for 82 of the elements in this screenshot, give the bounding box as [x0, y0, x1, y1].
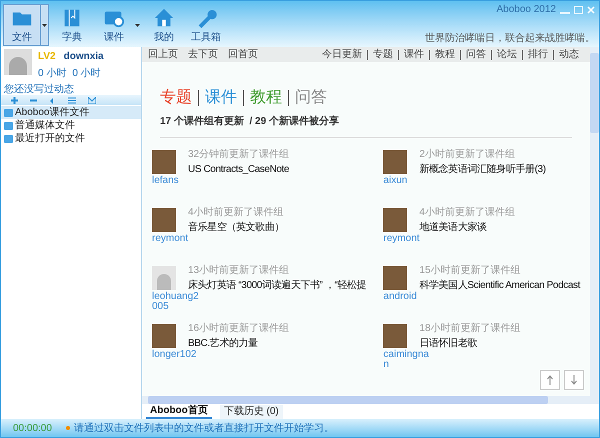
nav-link[interactable]: 排行 [522, 50, 553, 60]
courseware-link[interactable]: 科学美国人Scientific American Podcast [419, 280, 580, 292]
list-icon[interactable] [68, 96, 76, 104]
user-name: downxia [64, 50, 104, 64]
nav-link[interactable]: 专题 [367, 50, 398, 60]
arrow-down-icon [571, 375, 577, 385]
heading-link[interactable]: 专题 [160, 90, 198, 106]
vertical-scrollbar[interactable] [590, 47, 599, 396]
avatar-silhouette [4, 49, 32, 75]
nav-link[interactable]: 问答 [460, 50, 491, 60]
photo-placeholder [383, 208, 408, 232]
nav-link[interactable]: 回首页 [228, 47, 258, 62]
file-tree-item[interactable]: 普通媒体文件 [1, 119, 141, 132]
nav-link[interactable]: 动态 [553, 50, 584, 60]
speak-time: 0 小时 [72, 66, 101, 81]
status-text: 您还没写过动态 [4, 82, 75, 97]
nav-link[interactable]: 教程 [429, 50, 460, 60]
bottom-tab[interactable]: 下载历史 (0) [220, 404, 283, 418]
nav-link[interactable]: 论坛 [491, 50, 522, 60]
toolbar-button[interactable]: 文件 [3, 4, 41, 46]
nav-link[interactable]: 回上页 [148, 47, 178, 62]
user-link[interactable]: lefans [152, 176, 200, 186]
toolbar-button[interactable]: 我的 [145, 4, 183, 46]
add-icon[interactable] [11, 96, 18, 104]
photo-placeholder [383, 150, 408, 174]
courseware-link[interactable]: 新概念英语词汇随身听手册(3) [419, 164, 546, 176]
courseware-link[interactable]: 音乐星空（英文歌曲） [188, 222, 284, 234]
update-time: 18小时前更新了课件组 [419, 324, 521, 334]
nav-link[interactable]: 去下页 [188, 47, 218, 62]
caret-icon [42, 24, 47, 26]
maximize-icon[interactable] [574, 6, 583, 14]
courseware-link[interactable]: BBC.艺术的力量 [188, 338, 290, 350]
arrow-icon[interactable] [49, 96, 56, 104]
scroll-top-button[interactable] [540, 370, 560, 390]
scroll-bottom-button[interactable] [564, 370, 584, 390]
file-tree-item[interactable]: 最近打开的文件 [1, 132, 141, 145]
user-link[interactable]: reymont [383, 234, 432, 244]
caret-icon [134, 24, 140, 26]
file-tree-item[interactable]: Aboboo课件文件 [1, 106, 141, 119]
update-time: 2小时前更新了课件组 [419, 150, 516, 160]
horizontal-scrollbar[interactable] [142, 396, 599, 404]
level-label: LV2 [38, 50, 56, 64]
photo-placeholder [152, 208, 176, 232]
toolbar-button[interactable]: 工具箱 [187, 4, 225, 46]
courseware-link[interactable]: US Contracts_CaseNote [188, 164, 290, 176]
courseware-link[interactable]: 日语怀旧老歌 [419, 338, 521, 350]
user-link[interactable]: android [383, 292, 432, 302]
user-link[interactable]: longer102 [152, 350, 200, 360]
courseware-link[interactable]: 地道美语大家谈 [419, 222, 515, 234]
photo-placeholder [152, 324, 176, 348]
update-time: 4小时前更新了课件组 [188, 208, 284, 218]
toolbar-button[interactable]: 课件 [95, 4, 133, 46]
update-time: 4小时前更新了课件组 [419, 208, 515, 218]
nav-link[interactable]: 今日更新 [317, 50, 367, 60]
notice-text: 世界防治哮喘日，联合起来战胜哮喘。 [425, 32, 595, 46]
update-time: 16小时前更新了课件组 [188, 324, 290, 334]
mail-icon[interactable] [88, 96, 96, 104]
remove-icon[interactable] [30, 96, 37, 104]
bullet-icon [66, 426, 70, 430]
avatar-silhouette [152, 266, 176, 290]
close-icon[interactable] [587, 6, 595, 14]
status-time: 00:00:00 [13, 422, 52, 436]
user-link[interactable]: leohuang2005 [152, 292, 200, 312]
arrow-up-icon [547, 375, 553, 385]
courseware-link[interactable]: 床头灯英语 “3000词读遍天下书” ，“轻松提 [188, 280, 366, 292]
user-link[interactable]: aixun [383, 176, 432, 186]
dropdown-caret-button[interactable] [41, 4, 49, 46]
photo-placeholder [383, 324, 408, 348]
photo-placeholder [383, 266, 408, 290]
toolbar-button[interactable]: 字典 [53, 4, 91, 46]
house-icon [152, 7, 176, 29]
update-time: 15小时前更新了课件组 [419, 266, 522, 276]
summary-text: 17 个课件组有更新 / 29 个新课件被分享 [160, 114, 340, 129]
user-link[interactable]: reymont [152, 234, 200, 244]
user-link[interactable]: caimingnan [383, 350, 432, 370]
nav-link[interactable]: 课件 [398, 50, 429, 60]
update-time: 32分钟前更新了课件组 [188, 150, 290, 160]
window-title: Aboboo 2012 [496, 3, 556, 17]
listen-time: 0 小时 [38, 66, 66, 81]
update-time: 13小时前更新了课件组 [188, 266, 290, 276]
status-message: 请通过双击文件列表中的文件或者直接打开文件开始学习。 [74, 422, 334, 436]
photo-placeholder [152, 150, 176, 174]
